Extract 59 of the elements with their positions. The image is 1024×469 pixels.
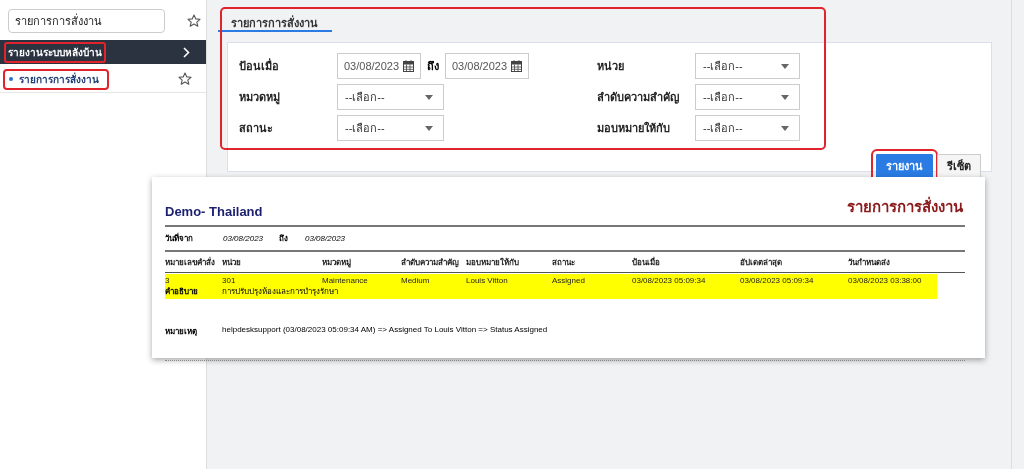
date-value: 03/08/2023 xyxy=(305,234,347,243)
description-text: การปรับปรุงห้องและการบำรุงรักษา xyxy=(222,286,338,298)
caret-icon xyxy=(425,125,433,131)
column-header: หมายเลขคำสั่ง xyxy=(165,256,216,269)
note-text: helpdesksupport (03/08/2023 05:09:34 AM) => Assigned To Louis Vitton => Status Assigned xyxy=(222,325,548,336)
field-label: หน่วย xyxy=(597,59,625,74)
dropdown[interactable]: --เลือก-- xyxy=(337,115,444,141)
field-label: สถานะ xyxy=(239,121,274,136)
company-name: Demo- Thailand xyxy=(165,204,263,219)
table-cell-text: Louis Vitton xyxy=(466,276,509,285)
tab[interactable]: รายการการสั่งงาน xyxy=(218,10,332,32)
reset-button[interactable]: รีเซ็ต xyxy=(937,154,981,178)
sidebar-item[interactable]: รายการการสั่งงาน xyxy=(3,68,109,90)
column-header: ลำดับความสำคัญ xyxy=(401,256,460,269)
dropdown[interactable]: --เลือก-- xyxy=(695,84,800,110)
caret-icon xyxy=(781,125,789,131)
date-label: ถึง xyxy=(279,233,289,245)
column-header: มอบหมายให้กับ xyxy=(466,256,520,269)
column-header: สถานะ xyxy=(552,256,576,269)
table-cell-text: 301 xyxy=(222,276,237,285)
field-label: ป้อนเมื่อ xyxy=(239,57,280,74)
sidebar-section-header[interactable]: รายงานระบบหลังบ้าน xyxy=(0,40,206,64)
description-label: คำอธิบาย xyxy=(165,286,199,298)
table-cell-text: Medium xyxy=(401,276,431,285)
table-cell-text: 03/08/2023 05:09:34 xyxy=(632,276,707,285)
field-label: หมวดหมู่ xyxy=(239,90,281,106)
column-header: อัปเดตล่าสุด xyxy=(740,256,783,269)
caret-icon xyxy=(425,94,433,100)
column-header: วันกำหนดส่ง xyxy=(848,256,891,269)
section-label: รายงานระบบหลังบ้าน xyxy=(4,41,106,63)
caret-icon xyxy=(781,94,789,100)
date-field[interactable]: 03/08/2023 xyxy=(445,53,529,79)
report-title: รายการการสั่งงาน xyxy=(847,195,963,217)
calendar-icon xyxy=(403,60,414,72)
column-header: หมวดหมู่ xyxy=(322,256,352,269)
table-cell-text: 03/08/2023 05:09:34 xyxy=(740,276,815,285)
column-header: หน่วย xyxy=(222,256,242,269)
table-cell-text: Maintenance xyxy=(322,276,369,285)
date-field[interactable]: 03/08/2023 xyxy=(337,53,421,79)
star-icon[interactable] xyxy=(187,14,201,28)
note-label: หมายเหตุ xyxy=(165,326,198,338)
table-cell-text: 03/08/2023 03:38:00 xyxy=(848,276,923,285)
dropdown[interactable]: --เลือก-- xyxy=(695,53,800,79)
table-cell-text: Assigned xyxy=(552,276,586,285)
column-header: ป้อนเมื่อ xyxy=(632,256,661,269)
calendar-icon xyxy=(511,60,522,72)
date-value: 03/08/2023 xyxy=(223,234,265,243)
field-label: มอบหมายให้กับ xyxy=(597,120,671,136)
dropdown[interactable]: --เลือก-- xyxy=(695,115,800,141)
caret-icon xyxy=(781,63,789,69)
chevron-right-icon xyxy=(183,46,190,58)
field-label: ลำดับความสำคัญ xyxy=(597,90,680,106)
bullet-icon xyxy=(9,77,13,81)
table-cell-text: 3 xyxy=(165,276,171,285)
date-label: วันที่จาก xyxy=(165,232,194,245)
search-field[interactable]: รายการการสั่งงาน xyxy=(8,9,165,33)
star-icon[interactable] xyxy=(178,72,192,86)
to-label: ถึง xyxy=(427,59,439,74)
dropdown[interactable]: --เลือก-- xyxy=(337,84,444,110)
